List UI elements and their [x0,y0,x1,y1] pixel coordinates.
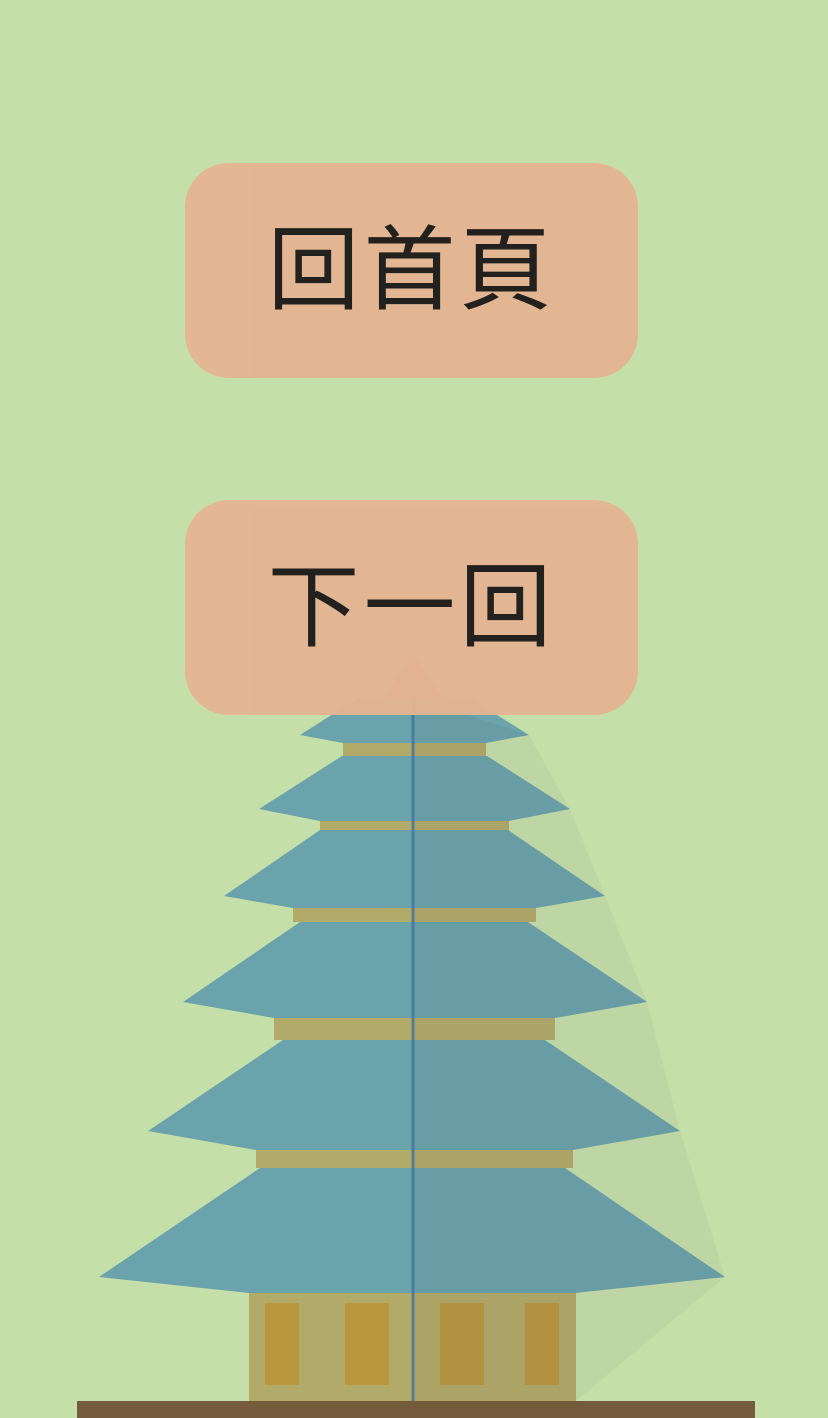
next-button[interactable]: 下一回 [185,500,638,715]
home-button[interactable]: 回首頁 [185,163,638,378]
next-button-label: 下一回 [267,553,556,661]
ground-bar [77,1401,755,1418]
door-2 [345,1303,389,1385]
door-1 [265,1303,299,1385]
pagoda-shade [413,697,725,1401]
home-button-label: 回首頁 [267,216,556,324]
